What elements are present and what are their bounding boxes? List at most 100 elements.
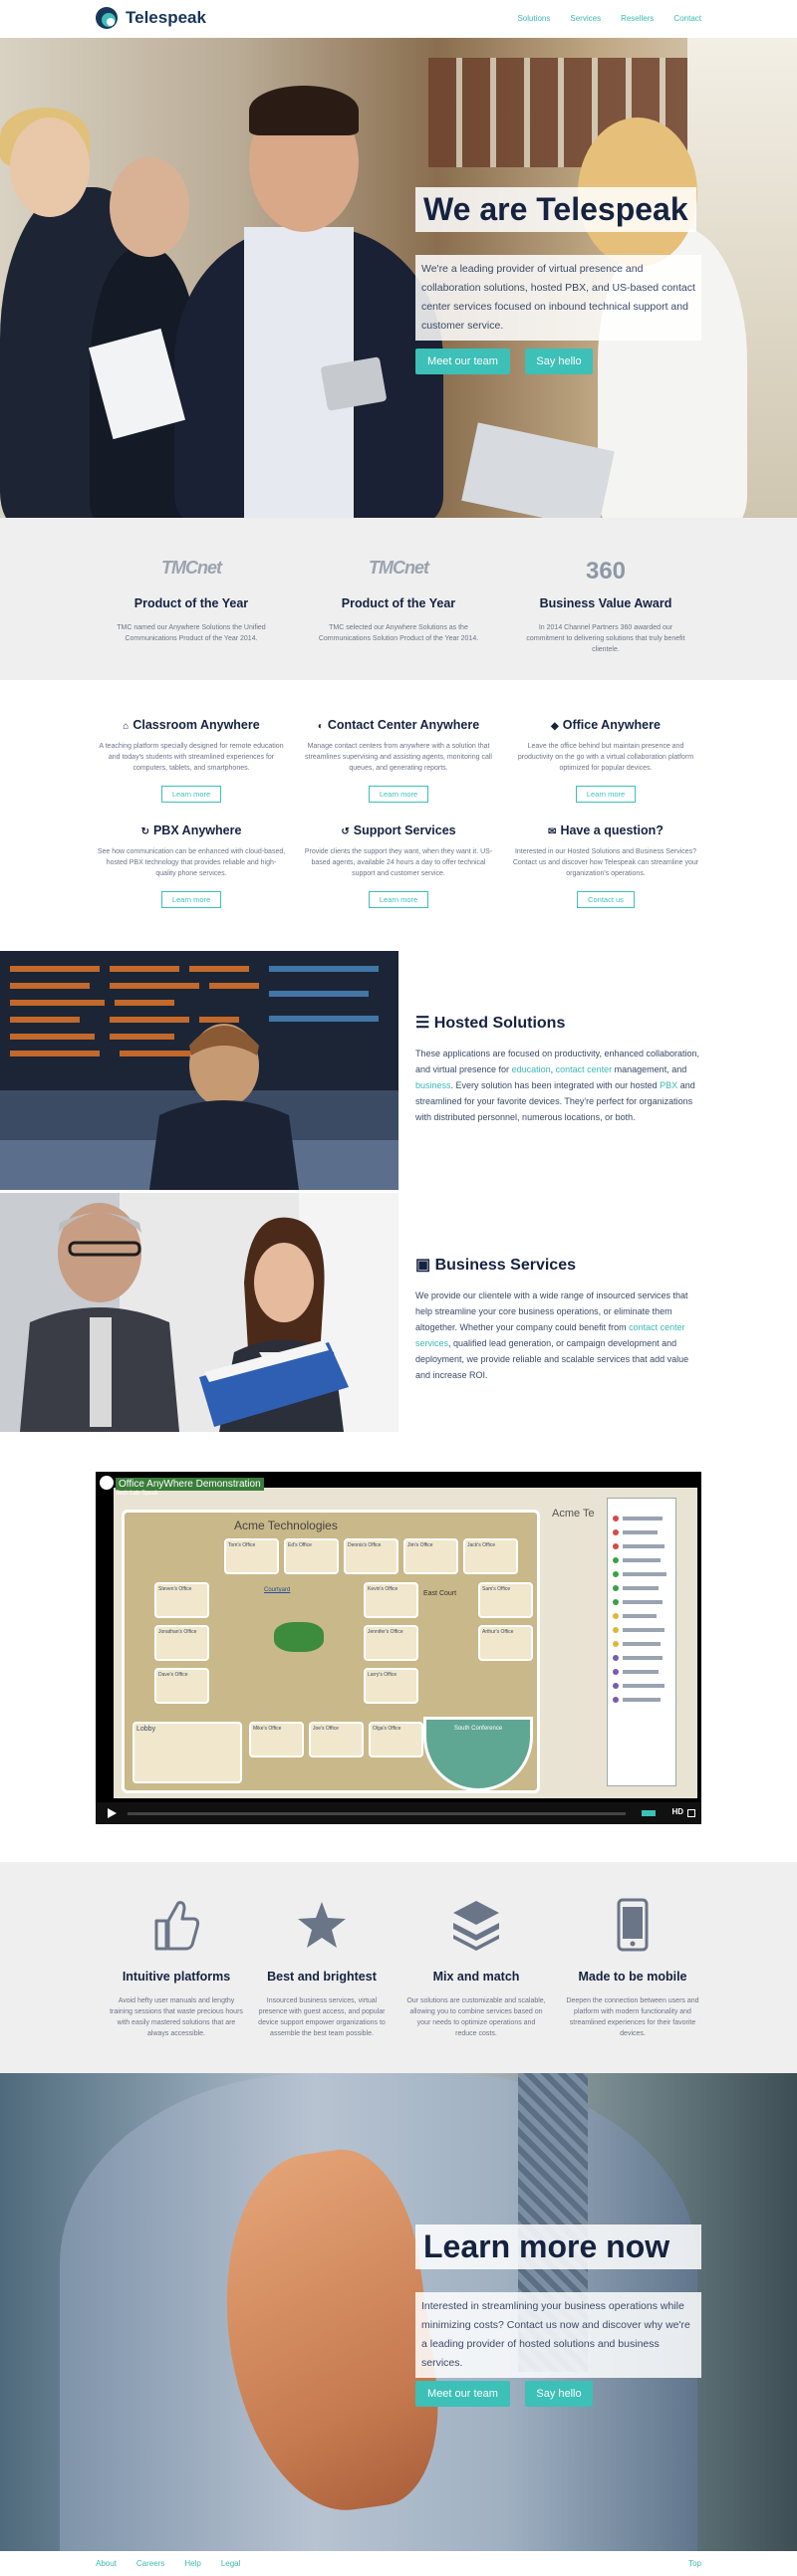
channel-avatar-icon[interactable]	[100, 1476, 114, 1490]
main-nav: Solutions Services Resellers Contact	[517, 14, 701, 23]
room[interactable]: Lobby	[133, 1722, 242, 1783]
hd-toggle[interactable]: HD	[671, 1807, 683, 1816]
award-card: TMCnet Product of the Year TMC selected …	[314, 558, 483, 644]
fullscreen-icon[interactable]	[687, 1809, 695, 1817]
feature-text: Deepen the connection between users and …	[566, 1997, 699, 2037]
service-text: Provide clients the support they want, w…	[304, 848, 493, 877]
service-card-contact-center: ◐ Contact Center Anywhere Manage contact …	[304, 718, 493, 803]
user-list-panel[interactable]	[607, 1498, 676, 1786]
nav-contact[interactable]: Contact	[673, 14, 701, 23]
mobile-icon	[563, 1897, 702, 1952]
feature-title: Best and brightest	[267, 1970, 377, 1984]
meet-team-button[interactable]: Meet our team	[415, 349, 510, 374]
room[interactable]: Dennis's Office	[344, 1538, 398, 1574]
back-to-top-link[interactable]: Top	[688, 2559, 701, 2568]
graduation-cap-icon: ⌂	[123, 721, 130, 732]
meet-team-button[interactable]: Meet our team	[415, 2381, 510, 2407]
room[interactable]: Jack's Office	[463, 1538, 518, 1574]
service-text: See how communication can be enhanced wi…	[97, 848, 286, 877]
south-conference-room[interactable]: South Conference	[423, 1717, 533, 1791]
features-section: Intuitive platforms Avoid hefty user man…	[0, 1862, 797, 2073]
feature-text: Avoid hefty user manuals and lengthy tra…	[110, 1997, 243, 2037]
learn-more-button[interactable]: Learn more	[575, 786, 637, 803]
award-title: Product of the Year	[341, 596, 456, 610]
room[interactable]: Mike's Office	[249, 1722, 304, 1757]
brand-logo[interactable]: Telespeak	[96, 7, 206, 29]
pbx-link[interactable]: PBX	[660, 1080, 677, 1090]
virtual-floor-plan: Acme Technologies Tom's Office Ed's Offi…	[122, 1510, 540, 1793]
room[interactable]: Steven's Office	[154, 1582, 209, 1618]
courtyard-label: Courtyard	[264, 1587, 291, 1593]
say-hello-button[interactable]: Say hello	[525, 349, 593, 374]
learn-more-button[interactable]: Learn more	[368, 891, 429, 908]
video-title[interactable]: Office AnyWhere Demonstration	[116, 1478, 264, 1491]
video-subtitle: Tech Lab Speak	[116, 1491, 159, 1497]
volume-icon[interactable]	[642, 1810, 656, 1816]
hosted-solutions-section: ☰ Hosted Solutions These applications ar…	[0, 951, 797, 1190]
business-title-text: Business Services	[434, 1257, 576, 1274]
room[interactable]: Jennifer's Office	[364, 1625, 418, 1661]
feature-title: Made to be mobile	[578, 1970, 687, 1984]
learn-more-button[interactable]: Learn more	[160, 786, 222, 803]
award-text: TMC named our Anywhere Solutions the Uni…	[117, 624, 266, 642]
contact-center-link[interactable]: contact center	[556, 1064, 613, 1074]
feature-text: Insourced business services, virtual pre…	[258, 1997, 386, 2037]
room[interactable]: Jonathan's Office	[154, 1625, 209, 1661]
east-court-label: East Court	[423, 1590, 457, 1597]
play-icon[interactable]	[108, 1808, 117, 1818]
contact-us-button[interactable]: Contact us	[577, 891, 635, 908]
floor-title: Acme Technologies	[234, 1519, 338, 1532]
feature-card: Best and brightest Insourced business se…	[252, 1897, 392, 2039]
service-title: Support Services	[353, 823, 456, 837]
demo-video-player[interactable]: Acme Technologies Tom's Office Ed's Offi…	[96, 1472, 701, 1824]
room[interactable]: Sam's Office	[478, 1582, 533, 1618]
video-section: Acme Technologies Tom's Office Ed's Offi…	[0, 1434, 797, 1862]
room[interactable]: Jim's Office	[403, 1538, 458, 1574]
footer-about-link[interactable]: About	[96, 2559, 117, 2568]
feature-title: Mix and match	[432, 1970, 520, 1984]
nav-services[interactable]: Services	[570, 14, 601, 23]
tree-graphic	[274, 1622, 324, 1652]
footer-help-link[interactable]: Help	[184, 2559, 200, 2568]
room[interactable]: Larry's Office	[364, 1668, 418, 1704]
business-services-section: ▣ Business Services We provide our clien…	[0, 1193, 797, 1432]
room[interactable]: Olga's Office	[369, 1722, 423, 1757]
tmcnet-logo: TMCnet	[369, 558, 429, 578]
video-control-bar: HD	[96, 1802, 701, 1824]
service-title: Classroom Anywhere	[133, 718, 260, 732]
list-icon: ☰	[415, 1015, 434, 1032]
tmcnet-logo: TMCnet	[161, 558, 222, 578]
service-card-pbx: ↻ PBX Anywhere See how communication can …	[97, 823, 286, 908]
education-link[interactable]: education	[512, 1064, 551, 1074]
room[interactable]: Tom's Office	[224, 1538, 279, 1574]
layers-icon	[406, 1897, 546, 1952]
award-text: TMC selected our Anywhere Solutions as t…	[318, 624, 479, 642]
footer-careers-link[interactable]: Careers	[136, 2559, 164, 2568]
room[interactable]: Joe's Office	[309, 1722, 364, 1757]
learn-more-button[interactable]: Learn more	[368, 786, 429, 803]
service-title: Have a question?	[560, 823, 664, 837]
learn-title: Learn more now	[415, 2225, 701, 2269]
channel-partners-360-logo: 360	[585, 558, 627, 585]
service-text: Interested in our Hosted Solutions and B…	[512, 848, 699, 877]
room[interactable]: Kevin's Office	[364, 1582, 418, 1618]
video-frame: Acme Technologies Tom's Office Ed's Offi…	[114, 1488, 697, 1798]
room[interactable]: Arthur's Office	[478, 1625, 533, 1661]
room[interactable]: Dave's Office	[154, 1668, 209, 1704]
service-title: Contact Center Anywhere	[327, 718, 480, 732]
thumbs-up-icon	[107, 1897, 246, 1952]
nav-resellers[interactable]: Resellers	[621, 14, 654, 23]
footer-legal-link[interactable]: Legal	[221, 2559, 241, 2568]
brand-name: Telespeak	[126, 8, 206, 27]
half-circle-icon: ◐	[317, 721, 324, 732]
say-hello-button[interactable]: Say hello	[525, 2381, 593, 2407]
progress-bar[interactable]	[128, 1812, 626, 1815]
arrow-icon: ◆	[551, 721, 559, 732]
nav-solutions[interactable]: Solutions	[517, 14, 550, 23]
learn-more-button[interactable]: Learn more	[160, 891, 222, 908]
side-floor-title: Acme Te	[552, 1508, 595, 1520]
room[interactable]: Ed's Office	[284, 1538, 339, 1574]
feature-title: Intuitive platforms	[122, 1970, 231, 1984]
service-card-office: ◆ Office Anywhere Leave the office behind…	[511, 718, 700, 803]
business-link[interactable]: business	[415, 1080, 451, 1090]
